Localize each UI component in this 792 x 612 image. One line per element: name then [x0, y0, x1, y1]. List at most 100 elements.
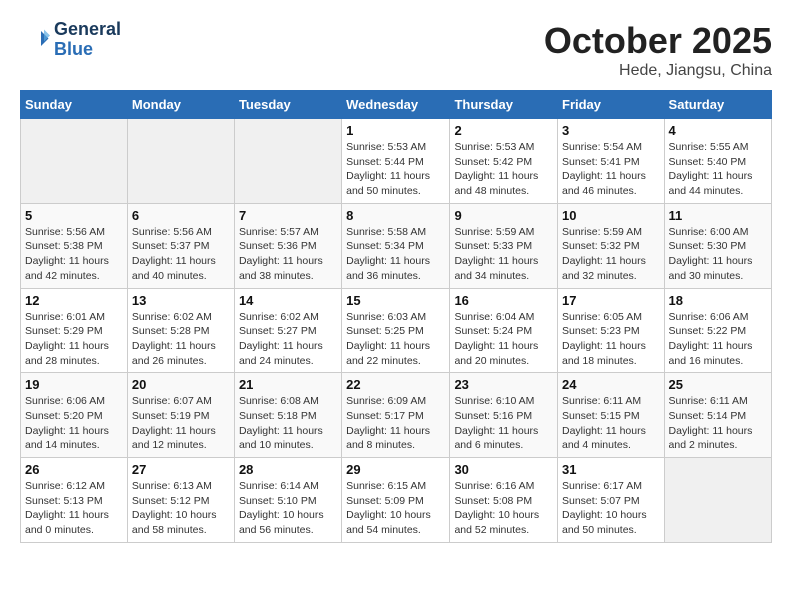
calendar-cell: 4 Sunrise: 5:55 AMSunset: 5:40 PMDaylight…	[664, 119, 771, 204]
day-detail: Sunrise: 5:53 AMSunset: 5:42 PMDaylight:…	[454, 140, 553, 199]
calendar-cell: 12 Sunrise: 6:01 AMSunset: 5:29 PMDayligh…	[21, 288, 128, 373]
weekday-header-monday: Monday	[127, 91, 234, 119]
calendar-week-5: 26 Sunrise: 6:12 AMSunset: 5:13 PMDayligh…	[21, 458, 772, 543]
logo-icon	[20, 25, 50, 55]
calendar-cell: 3 Sunrise: 5:54 AMSunset: 5:41 PMDaylight…	[558, 119, 665, 204]
day-detail: Sunrise: 6:11 AMSunset: 5:15 PMDaylight:…	[562, 394, 660, 453]
day-number: 4	[669, 123, 767, 138]
location: Hede, Jiangsu, China	[544, 62, 772, 80]
day-number: 26	[25, 462, 123, 477]
day-detail: Sunrise: 5:59 AMSunset: 5:33 PMDaylight:…	[454, 225, 553, 284]
calendar-cell: 31 Sunrise: 6:17 AMSunset: 5:07 PMDayligh…	[558, 458, 665, 543]
weekday-header-thursday: Thursday	[450, 91, 558, 119]
day-detail: Sunrise: 6:13 AMSunset: 5:12 PMDaylight:…	[132, 479, 230, 538]
day-detail: Sunrise: 6:11 AMSunset: 5:14 PMDaylight:…	[669, 394, 767, 453]
calendar-header: SundayMondayTuesdayWednesdayThursdayFrid…	[21, 91, 772, 119]
header-row: SundayMondayTuesdayWednesdayThursdayFrid…	[21, 91, 772, 119]
calendar-cell: 11 Sunrise: 6:00 AMSunset: 5:30 PMDayligh…	[664, 203, 771, 288]
day-number: 15	[346, 293, 445, 308]
day-number: 14	[239, 293, 337, 308]
weekday-header-friday: Friday	[558, 91, 665, 119]
calendar-table: SundayMondayTuesdayWednesdayThursdayFrid…	[20, 90, 772, 543]
day-detail: Sunrise: 6:14 AMSunset: 5:10 PMDaylight:…	[239, 479, 337, 538]
day-detail: Sunrise: 6:06 AMSunset: 5:22 PMDaylight:…	[669, 310, 767, 369]
calendar-cell: 26 Sunrise: 6:12 AMSunset: 5:13 PMDayligh…	[21, 458, 128, 543]
day-number: 22	[346, 377, 445, 392]
day-detail: Sunrise: 6:02 AMSunset: 5:27 PMDaylight:…	[239, 310, 337, 369]
calendar-cell: 2 Sunrise: 5:53 AMSunset: 5:42 PMDaylight…	[450, 119, 558, 204]
day-detail: Sunrise: 6:08 AMSunset: 5:18 PMDaylight:…	[239, 394, 337, 453]
calendar-cell: 21 Sunrise: 6:08 AMSunset: 5:18 PMDayligh…	[234, 373, 341, 458]
day-number: 8	[346, 208, 445, 223]
day-number: 23	[454, 377, 553, 392]
day-number: 7	[239, 208, 337, 223]
calendar-cell: 5Sunrise: 5:56 AMSunset: 5:38 PMDaylight…	[21, 203, 128, 288]
calendar-cell: 10Sunrise: 5:59 AMSunset: 5:32 PMDayligh…	[558, 203, 665, 288]
calendar-cell: 30Sunrise: 6:16 AMSunset: 5:08 PMDayligh…	[450, 458, 558, 543]
day-detail: Sunrise: 6:09 AMSunset: 5:17 PMDaylight:…	[346, 394, 445, 453]
day-number: 11	[669, 208, 767, 223]
calendar-cell: 8 Sunrise: 5:58 AMSunset: 5:34 PMDaylight…	[342, 203, 450, 288]
calendar-cell: 18 Sunrise: 6:06 AMSunset: 5:22 PMDayligh…	[664, 288, 771, 373]
day-detail: Sunrise: 6:07 AMSunset: 5:19 PMDaylight:…	[132, 394, 230, 453]
day-detail: Sunrise: 5:58 AMSunset: 5:34 PMDaylight:…	[346, 225, 445, 284]
logo: General Blue	[20, 20, 121, 60]
calendar-cell: 13 Sunrise: 6:02 AMSunset: 5:28 PMDayligh…	[127, 288, 234, 373]
day-detail: Sunrise: 5:56 AMSunset: 5:37 PMDaylight:…	[132, 225, 230, 284]
calendar-cell: 14 Sunrise: 6:02 AMSunset: 5:27 PMDayligh…	[234, 288, 341, 373]
weekday-header-wednesday: Wednesday	[342, 91, 450, 119]
calendar-week-2: 5Sunrise: 5:56 AMSunset: 5:38 PMDaylight…	[21, 203, 772, 288]
calendar-cell: 16 Sunrise: 6:04 AMSunset: 5:24 PMDayligh…	[450, 288, 558, 373]
calendar-cell: 29 Sunrise: 6:15 AMSunset: 5:09 PMDayligh…	[342, 458, 450, 543]
day-number: 24	[562, 377, 660, 392]
day-number: 28	[239, 462, 337, 477]
day-number: 2	[454, 123, 553, 138]
calendar-cell	[21, 119, 128, 204]
calendar-cell: 25 Sunrise: 6:11 AMSunset: 5:14 PMDayligh…	[664, 373, 771, 458]
day-number: 16	[454, 293, 553, 308]
day-number: 17	[562, 293, 660, 308]
day-number: 19	[25, 377, 123, 392]
day-detail: Sunrise: 6:15 AMSunset: 5:09 PMDaylight:…	[346, 479, 445, 538]
logo-text: General Blue	[54, 20, 121, 60]
day-number: 3	[562, 123, 660, 138]
day-detail: Sunrise: 6:12 AMSunset: 5:13 PMDaylight:…	[25, 479, 123, 538]
day-number: 5	[25, 208, 123, 223]
day-number: 13	[132, 293, 230, 308]
calendar-cell: 7 Sunrise: 5:57 AMSunset: 5:36 PMDaylight…	[234, 203, 341, 288]
weekday-header-sunday: Sunday	[21, 91, 128, 119]
day-detail: Sunrise: 5:53 AMSunset: 5:44 PMDaylight:…	[346, 140, 445, 199]
calendar-week-4: 19 Sunrise: 6:06 AMSunset: 5:20 PMDayligh…	[21, 373, 772, 458]
day-number: 25	[669, 377, 767, 392]
day-detail: Sunrise: 6:04 AMSunset: 5:24 PMDaylight:…	[454, 310, 553, 369]
calendar-cell: 15Sunrise: 6:03 AMSunset: 5:25 PMDayligh…	[342, 288, 450, 373]
day-number: 12	[25, 293, 123, 308]
day-number: 9	[454, 208, 553, 223]
calendar-cell: 17Sunrise: 6:05 AMSunset: 5:23 PMDayligh…	[558, 288, 665, 373]
calendar-cell: 22 Sunrise: 6:09 AMSunset: 5:17 PMDayligh…	[342, 373, 450, 458]
calendar-week-3: 12 Sunrise: 6:01 AMSunset: 5:29 PMDayligh…	[21, 288, 772, 373]
title-block: October 2025 Hede, Jiangsu, China	[544, 20, 772, 80]
day-detail: Sunrise: 5:54 AMSunset: 5:41 PMDaylight:…	[562, 140, 660, 199]
day-number: 18	[669, 293, 767, 308]
calendar-cell: 6Sunrise: 5:56 AMSunset: 5:37 PMDaylight…	[127, 203, 234, 288]
day-detail: Sunrise: 5:57 AMSunset: 5:36 PMDaylight:…	[239, 225, 337, 284]
day-number: 31	[562, 462, 660, 477]
page-header: General Blue October 2025 Hede, Jiangsu,…	[20, 20, 772, 80]
day-detail: Sunrise: 6:17 AMSunset: 5:07 PMDaylight:…	[562, 479, 660, 538]
day-detail: Sunrise: 6:06 AMSunset: 5:20 PMDaylight:…	[25, 394, 123, 453]
calendar-cell: 24 Sunrise: 6:11 AMSunset: 5:15 PMDayligh…	[558, 373, 665, 458]
calendar-cell: 9 Sunrise: 5:59 AMSunset: 5:33 PMDaylight…	[450, 203, 558, 288]
weekday-header-saturday: Saturday	[664, 91, 771, 119]
day-detail: Sunrise: 5:55 AMSunset: 5:40 PMDaylight:…	[669, 140, 767, 199]
day-number: 30	[454, 462, 553, 477]
day-detail: Sunrise: 6:02 AMSunset: 5:28 PMDaylight:…	[132, 310, 230, 369]
day-number: 29	[346, 462, 445, 477]
day-number: 21	[239, 377, 337, 392]
day-number: 1	[346, 123, 445, 138]
calendar-body: 1 Sunrise: 5:53 AMSunset: 5:44 PMDaylight…	[21, 119, 772, 543]
day-detail: Sunrise: 6:01 AMSunset: 5:29 PMDaylight:…	[25, 310, 123, 369]
day-detail: Sunrise: 6:00 AMSunset: 5:30 PMDaylight:…	[669, 225, 767, 284]
month-title: October 2025	[544, 20, 772, 62]
logo-line1: General	[54, 20, 121, 40]
